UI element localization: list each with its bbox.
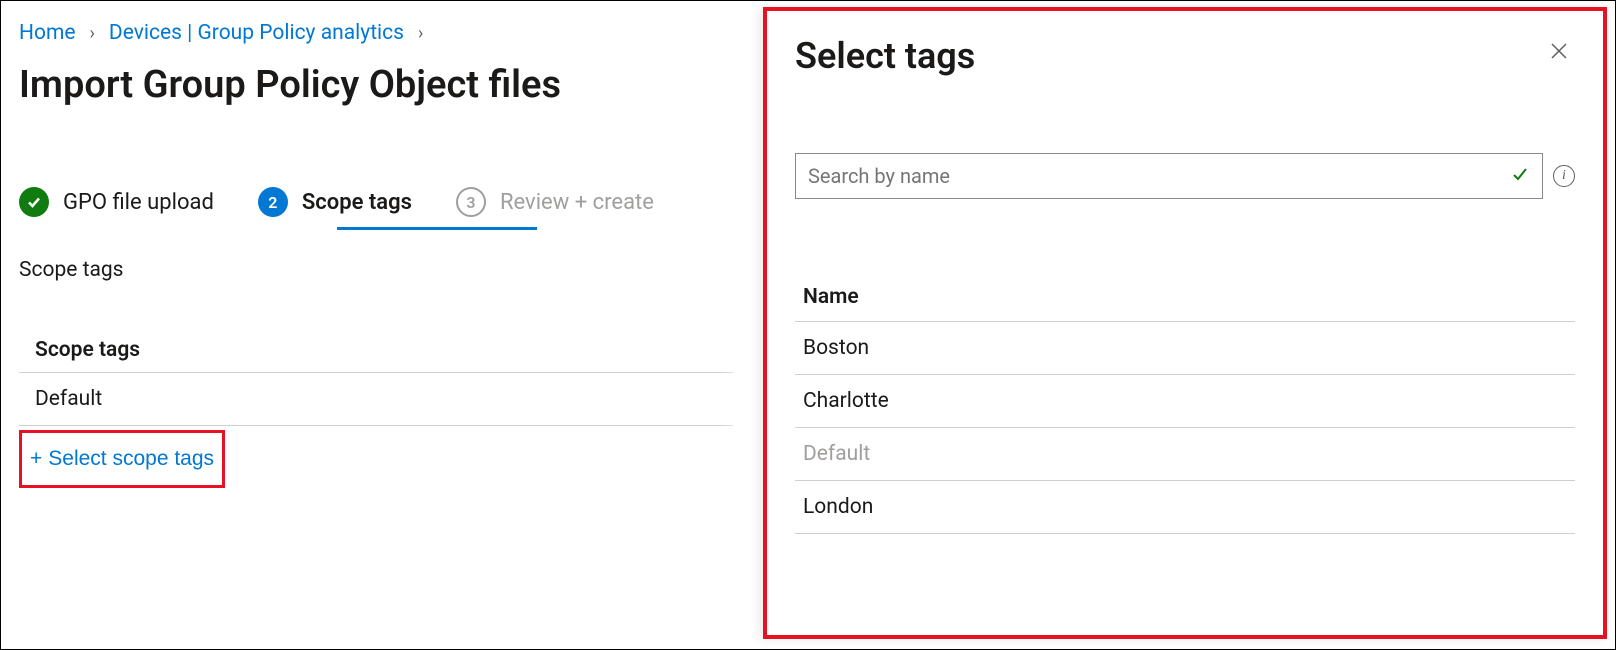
close-icon [1547, 39, 1571, 63]
tag-row[interactable]: Charlotte [795, 375, 1575, 428]
breadcrumb: Home › Devices | Group Policy analytics … [19, 21, 733, 45]
info-icon[interactable]: i [1553, 165, 1575, 187]
search-input[interactable] [808, 164, 1510, 188]
table-row: Default [19, 373, 733, 426]
search-input-wrapper[interactable] [795, 153, 1543, 199]
breadcrumb-home[interactable]: Home [19, 21, 76, 45]
wizard-step-review[interactable]: 3 Review + create [456, 187, 654, 217]
validation-check-icon [1510, 164, 1530, 189]
section-heading: Scope tags [19, 258, 733, 282]
chevron-right-icon: › [418, 23, 423, 44]
tag-row[interactable]: Boston [795, 322, 1575, 375]
step-label: Scope tags [302, 190, 412, 215]
wizard-step-scope-tags[interactable]: 2 Scope tags [258, 187, 412, 217]
step-number-icon: 3 [456, 187, 486, 217]
wizard-step-gpo-upload[interactable]: GPO file upload [19, 187, 214, 217]
chevron-right-icon: › [90, 23, 95, 44]
close-button[interactable] [1543, 35, 1575, 70]
main-content: Home › Devices | Group Policy analytics … [1, 1, 751, 649]
checkmark-icon [19, 187, 49, 217]
tag-row: Default [795, 428, 1575, 481]
scope-tags-table: Scope tags Default [19, 328, 733, 426]
page-title: Import Group Policy Object files [19, 63, 733, 107]
step-number-icon: 2 [258, 187, 288, 217]
select-scope-tags-button[interactable]: + Select scope tags [19, 430, 225, 488]
step-label: GPO file upload [63, 190, 214, 215]
step-label: Review + create [500, 190, 654, 215]
select-scope-tags-label: Select scope tags [48, 447, 214, 471]
select-tags-panel: Select tags i Name Boston Charlotte Defa… [763, 7, 1607, 639]
panel-title: Select tags [795, 35, 975, 77]
plus-icon: + [30, 447, 42, 471]
tag-list: Name Boston Charlotte Default London [795, 273, 1575, 534]
active-step-underline [337, 227, 537, 230]
wizard-steps: GPO file upload 2 Scope tags 3 Review + … [19, 187, 733, 217]
column-header-name: Name [795, 273, 1575, 322]
tag-row[interactable]: London [795, 481, 1575, 534]
breadcrumb-devices[interactable]: Devices | Group Policy analytics [109, 21, 404, 45]
table-header: Scope tags [19, 328, 733, 373]
